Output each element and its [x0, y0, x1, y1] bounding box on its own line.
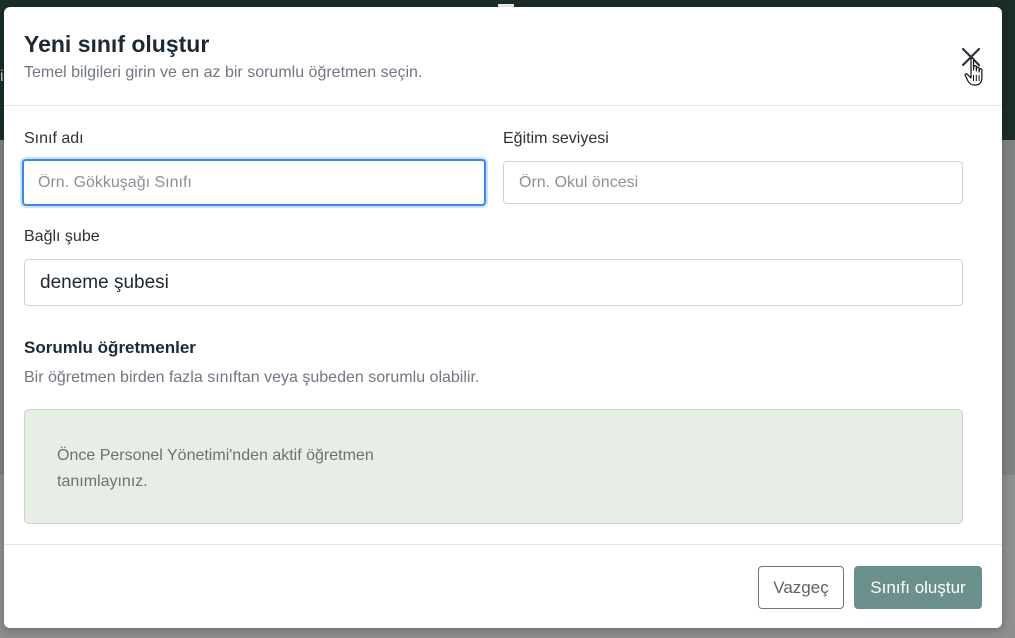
class-name-input[interactable]: [22, 159, 486, 206]
branch-select-value: deneme şubesi: [40, 271, 169, 293]
education-level-label: Eğitim seviyesi: [503, 130, 609, 147]
class-name-label: Sınıf adı: [24, 130, 84, 147]
no-teachers-alert: Önce Personel Yönetimi'nden aktif öğretm…: [24, 409, 963, 524]
cancel-button[interactable]: Vazgeç: [758, 566, 844, 609]
no-teachers-message: Önce Personel Yönetimi'nden aktif öğretm…: [57, 447, 374, 490]
create-class-button[interactable]: Sınıfı oluştur: [854, 566, 982, 609]
create-class-modal: Yeni sınıf oluştur Temel bilgileri girin…: [4, 7, 1002, 628]
modal-header: Yeni sınıf oluştur Temel bilgileri girin…: [4, 7, 1002, 106]
branch-label: Bağlı şube: [24, 228, 100, 245]
modal-subtitle: Temel bilgileri girin ve en az bir sorum…: [24, 64, 423, 81]
modal-footer: Vazgeç Sınıfı oluştur: [4, 544, 1002, 628]
hand-pointer-icon: [964, 57, 983, 86]
teachers-heading: Sorumlu öğretmenler: [24, 338, 196, 357]
teachers-help-text: Bir öğretmen birden fazla sınıftan veya …: [24, 369, 480, 386]
branch-select[interactable]: deneme şubesi: [24, 259, 963, 306]
modal-title: Yeni sınıf oluştur: [24, 31, 210, 57]
education-level-input[interactable]: [503, 161, 963, 204]
